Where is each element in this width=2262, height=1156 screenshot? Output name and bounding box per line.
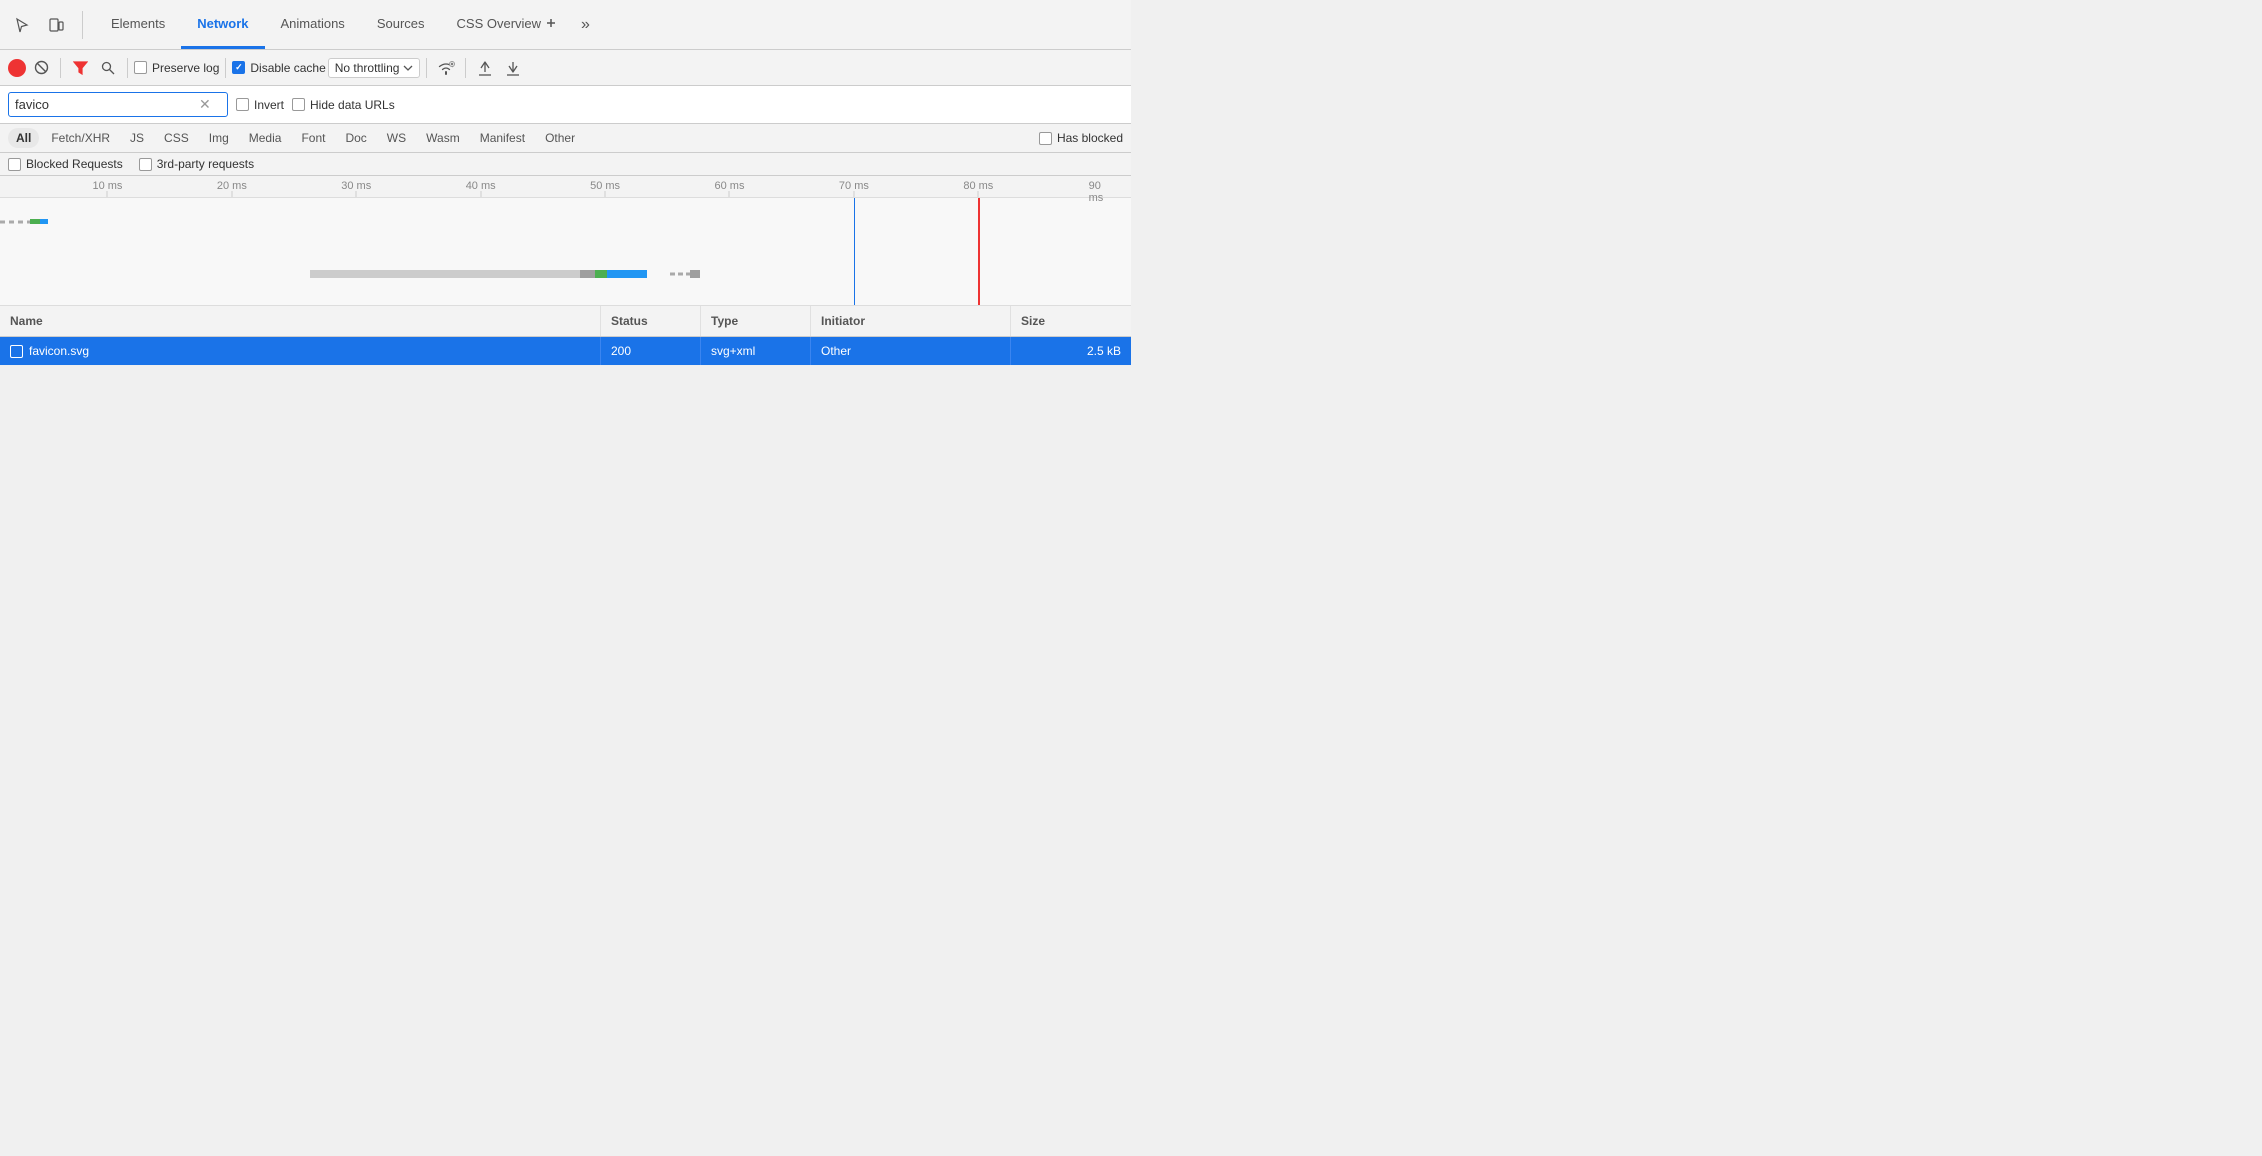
ruler-tick-40ms	[480, 191, 481, 197]
invert-filter-label[interactable]: Invert	[236, 98, 284, 112]
ruler-tick-70ms	[853, 191, 854, 197]
type-filter-js[interactable]: JS	[122, 128, 152, 148]
waterfall-bar-2	[0, 268, 1131, 282]
type-filter-fetch-xhr[interactable]: Fetch/XHR	[43, 128, 118, 148]
record-button[interactable]	[8, 59, 26, 77]
header-name[interactable]: Name	[0, 306, 601, 336]
search-button[interactable]	[95, 55, 121, 81]
dom-content-loaded-line	[854, 198, 856, 305]
third-party-requests-label[interactable]: 3rd-party requests	[139, 157, 254, 171]
row-name: favicon.svg	[0, 337, 601, 365]
hide-data-urls-checkbox[interactable]	[292, 98, 305, 111]
table-row[interactable]: favicon.svg 200 svg+xml Other 2.5 kB	[0, 337, 1131, 366]
hide-data-urls-label[interactable]: Hide data URLs	[292, 98, 395, 112]
blocked-requests-label[interactable]: Blocked Requests	[8, 157, 123, 171]
disable-cache-checkbox[interactable]	[232, 61, 245, 74]
sep-3	[225, 58, 226, 78]
throttle-select[interactable]: No throttling	[328, 58, 421, 78]
ruler-tick-20ms	[231, 191, 232, 197]
tab-css-overview[interactable]: CSS Overview	[441, 0, 574, 49]
devtools-icons	[8, 11, 83, 39]
timeline-row-1	[0, 198, 1131, 250]
ruler-tick-50ms	[605, 191, 606, 197]
blocked-bar: Blocked Requests 3rd-party requests	[0, 153, 1131, 176]
network-table: Name Status Type Initiator Size favicon.…	[0, 306, 1131, 366]
table-header: Name Status Type Initiator Size	[0, 306, 1131, 337]
tab-elements[interactable]: Elements	[95, 0, 181, 49]
type-filter-css[interactable]: CSS	[156, 128, 197, 148]
timeline-row-3	[0, 302, 1131, 306]
tab-sources[interactable]: Sources	[361, 0, 441, 49]
type-filter-all[interactable]: All	[8, 128, 39, 148]
blocked-requests-checkbox[interactable]	[8, 158, 21, 171]
tab-animations[interactable]: Animations	[265, 0, 361, 49]
timeline-area: 10 ms 20 ms 30 ms 40 ms 50 ms 60 ms 70 m…	[0, 176, 1131, 306]
header-status[interactable]: Status	[601, 306, 701, 336]
device-toolbar-icon[interactable]	[42, 11, 70, 39]
ruler-tick-80ms	[978, 191, 979, 197]
load-line	[978, 198, 980, 305]
row-initiator: Other	[811, 337, 1011, 365]
search-clear-button[interactable]: ✕	[199, 96, 211, 113]
ruler-tick-30ms	[356, 191, 357, 197]
timeline-ruler: 10 ms 20 ms 30 ms 40 ms 50 ms 60 ms 70 m…	[0, 176, 1131, 198]
sep-4	[426, 58, 427, 78]
ruler-tick-10ms	[107, 191, 108, 197]
type-filter-doc[interactable]: Doc	[337, 128, 374, 148]
row-size: 2.5 kB	[1011, 337, 1131, 365]
preserve-log-label[interactable]: Preserve log	[134, 61, 219, 75]
network-toolbar: Preserve log Disable cache No throttling	[0, 50, 1131, 86]
row-checkbox[interactable]	[10, 345, 23, 358]
import-har-button[interactable]	[472, 55, 498, 81]
waterfall-bar-1	[0, 216, 1131, 230]
search-box[interactable]: ✕	[8, 92, 228, 117]
header-type[interactable]: Type	[701, 306, 811, 336]
search-input[interactable]	[15, 97, 195, 112]
has-blocked-label[interactable]: Has blocked	[1039, 131, 1123, 145]
preserve-log-checkbox[interactable]	[134, 61, 147, 74]
third-party-checkbox[interactable]	[139, 158, 152, 171]
type-filter-bar: All Fetch/XHR JS CSS Img Media Font Doc …	[0, 124, 1131, 153]
type-filter-img[interactable]: Img	[201, 128, 237, 148]
header-initiator[interactable]: Initiator	[811, 306, 1011, 336]
disable-cache-label[interactable]: Disable cache	[232, 61, 325, 75]
type-filter-manifest[interactable]: Manifest	[472, 128, 533, 148]
sep-1	[60, 58, 61, 78]
clear-button[interactable]	[28, 55, 54, 81]
row-type: svg+xml	[701, 337, 811, 365]
timeline-row-2	[0, 250, 1131, 302]
filter-bar: ✕ Invert Hide data URLs	[0, 86, 1131, 124]
type-filter-ws[interactable]: WS	[379, 128, 414, 148]
type-filter-other[interactable]: Other	[537, 128, 583, 148]
has-blocked-checkbox[interactable]	[1039, 132, 1052, 145]
sep-5	[465, 58, 466, 78]
network-conditions-button[interactable]	[433, 55, 459, 81]
cursor-icon[interactable]	[8, 11, 36, 39]
filter-icon-button[interactable]	[67, 55, 93, 81]
tab-bar: Elements Network Animations Sources CSS …	[0, 0, 1131, 50]
export-har-button[interactable]	[500, 55, 526, 81]
type-filter-media[interactable]: Media	[241, 128, 290, 148]
type-filter-wasm[interactable]: Wasm	[418, 128, 468, 148]
header-size[interactable]: Size	[1011, 306, 1131, 336]
ruler-tick-60ms	[729, 191, 730, 197]
type-filter-font[interactable]: Font	[293, 128, 333, 148]
more-tabs-button[interactable]: »	[573, 0, 598, 49]
timeline-rows	[0, 198, 1131, 305]
main-tabs: Elements Network Animations Sources CSS …	[95, 0, 598, 49]
tab-network[interactable]: Network	[181, 0, 264, 49]
invert-checkbox[interactable]	[236, 98, 249, 111]
row-status: 200	[601, 337, 701, 365]
sep-2	[127, 58, 128, 78]
